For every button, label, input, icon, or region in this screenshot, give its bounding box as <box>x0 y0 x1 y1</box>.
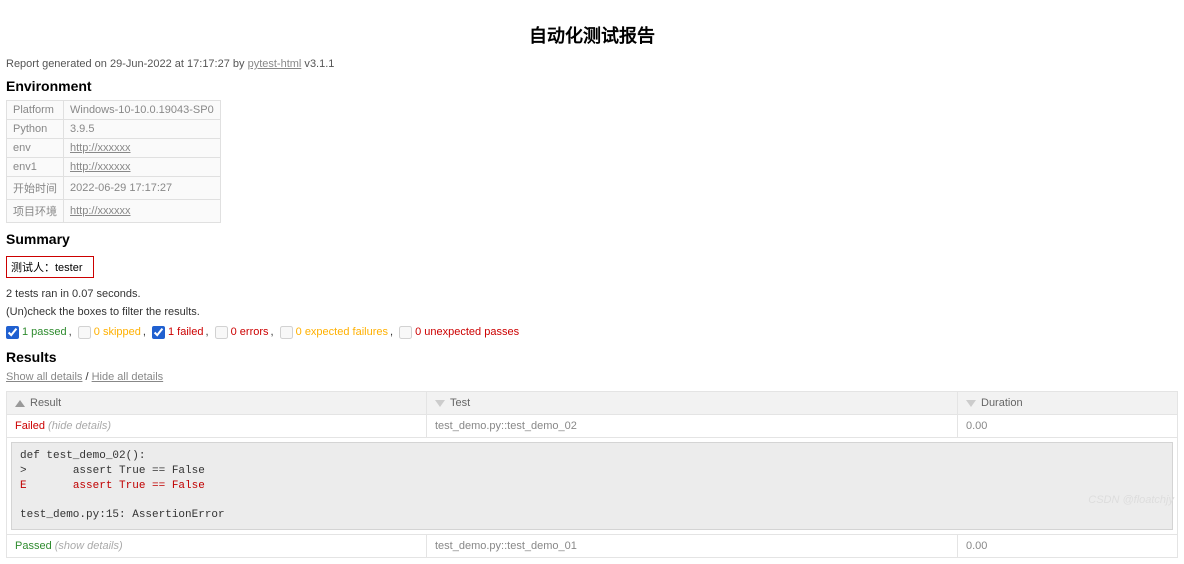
filter-passed-label: 1 passed <box>22 326 67 338</box>
col-test-label: Test <box>450 397 470 409</box>
tb-err-prefix: E <box>20 480 73 492</box>
generated-by: by <box>230 58 248 70</box>
env-row: 项目环境 http://xxxxxx <box>7 200 221 223</box>
tb-line: test_demo.py:15: AssertionError <box>20 509 225 521</box>
pytest-html-link[interactable]: pytest-html <box>248 58 302 70</box>
filter-failed[interactable]: 1 failed <box>152 326 203 338</box>
tb-line: assert True == False <box>73 465 205 477</box>
comma: , <box>205 326 208 338</box>
env-value: http://xxxxxx <box>64 139 221 158</box>
filter-xfail-checkbox[interactable] <box>280 326 293 339</box>
env-link[interactable]: http://xxxxxx <box>70 142 131 154</box>
duration-cell: 0.00 <box>958 535 1178 558</box>
sort-neutral-icon <box>435 400 445 407</box>
env-row: 开始时间2022-06-29 17:17:27 <box>7 177 221 200</box>
filter-passed[interactable]: 1 passed <box>6 326 67 338</box>
filter-hint: (Un)check the boxes to filter the result… <box>6 306 1178 318</box>
tb-line: def test_demo_02(): <box>20 450 145 462</box>
filter-skipped[interactable]: 0 skipped <box>78 326 141 338</box>
tb-caret: > <box>20 465 73 477</box>
tests-ran: 2 tests ran in 0.07 seconds. <box>6 288 1178 300</box>
comma: , <box>271 326 274 338</box>
env-value: Windows-10-10.0.19043-SP0 <box>64 101 221 120</box>
filter-passed-checkbox[interactable] <box>6 326 19 339</box>
summary-heading: Summary <box>6 231 1178 247</box>
result-status: Failed <box>15 420 45 432</box>
sort-asc-icon <box>15 400 25 407</box>
results-table: Result Test Duration Failed (hide detail… <box>6 391 1178 558</box>
generated-version-prefix: v <box>301 58 310 70</box>
sort-neutral-icon <box>966 400 976 407</box>
comma: , <box>69 326 72 338</box>
generated-prefix: Report generated on <box>6 58 110 70</box>
toggle-sep: / <box>82 371 91 383</box>
filter-failed-label: 1 failed <box>168 326 203 338</box>
col-duration-label: Duration <box>981 397 1023 409</box>
hide-details-link[interactable]: (hide details) <box>48 420 111 432</box>
comma: , <box>390 326 393 338</box>
col-result-label: Result <box>30 397 61 409</box>
env-key: env <box>7 139 64 158</box>
result-status: Passed <box>15 540 52 552</box>
env-key: 开始时间 <box>7 177 64 200</box>
results-header-row: Result Test Duration <box>7 392 1178 415</box>
col-duration-header[interactable]: Duration <box>958 392 1178 415</box>
env-value: http://xxxxxx <box>64 158 221 177</box>
result-row-passed: Passed (show details) test_demo.py::test… <box>7 535 1178 558</box>
filter-xpass-checkbox[interactable] <box>399 326 412 339</box>
env-row: env1 http://xxxxxx <box>7 158 221 177</box>
filter-errors[interactable]: 0 errors <box>215 326 269 338</box>
generated-line: Report generated on 29-Jun-2022 at 17:17… <box>6 58 1178 70</box>
generated-datetime: 29-Jun-2022 at 17:17:27 <box>110 58 230 70</box>
report-title: 自动化测试报告 <box>6 22 1178 48</box>
details-toggles: Show all details / Hide all details <box>6 371 1178 383</box>
filter-skipped-label: 0 skipped <box>94 326 141 338</box>
tb-err-line: assert True == False <box>73 480 205 492</box>
filter-xpass[interactable]: 0 unexpected passes <box>399 326 519 338</box>
generated-version: 3.1.1 <box>310 58 334 70</box>
env-value: 2022-06-29 17:17:27 <box>64 177 221 200</box>
env-value: 3.9.5 <box>64 120 221 139</box>
traceback-codebox: def test_demo_02(): > assert True == Fal… <box>11 442 1173 530</box>
filter-skipped-checkbox[interactable] <box>78 326 91 339</box>
env-key: Python <box>7 120 64 139</box>
filter-errors-label: 0 errors <box>231 326 269 338</box>
comma: , <box>143 326 146 338</box>
env-link[interactable]: http://xxxxxx <box>70 161 131 173</box>
duration-cell: 0.00 <box>958 415 1178 438</box>
result-cell: Failed (hide details) <box>7 415 427 438</box>
result-cell: Passed (show details) <box>7 535 427 558</box>
hide-all-details-link[interactable]: Hide all details <box>92 371 164 383</box>
filter-failed-checkbox[interactable] <box>152 326 165 339</box>
env-link[interactable]: http://xxxxxx <box>70 205 131 217</box>
result-row-failed: Failed (hide details) test_demo.py::test… <box>7 415 1178 438</box>
environment-heading: Environment <box>6 78 1178 94</box>
env-key: env1 <box>7 158 64 177</box>
show-details-link[interactable]: (show details) <box>55 540 123 552</box>
env-row: Python3.9.5 <box>7 120 221 139</box>
env-key: Platform <box>7 101 64 120</box>
env-key: 项目环境 <box>7 200 64 223</box>
watermark: CSDN @floatchjy <box>1088 494 1174 506</box>
result-details-row: def test_demo_02(): > assert True == Fal… <box>7 438 1178 535</box>
filter-xfail[interactable]: 0 expected failures <box>280 326 388 338</box>
test-cell: test_demo.py::test_demo_02 <box>427 415 958 438</box>
environment-table: PlatformWindows-10-10.0.19043-SP0 Python… <box>6 100 221 223</box>
filter-errors-checkbox[interactable] <box>215 326 228 339</box>
tester-badge: 测试人：tester <box>6 256 94 278</box>
show-all-details-link[interactable]: Show all details <box>6 371 82 383</box>
filter-xfail-label: 0 expected failures <box>296 326 388 338</box>
col-result-header[interactable]: Result <box>7 392 427 415</box>
test-cell: test_demo.py::test_demo_01 <box>427 535 958 558</box>
env-value: http://xxxxxx <box>64 200 221 223</box>
filter-row: 1 passed, 0 skipped, 1 failed, 0 errors,… <box>6 326 1178 339</box>
filter-xpass-label: 0 unexpected passes <box>415 326 519 338</box>
env-row: env http://xxxxxx <box>7 139 221 158</box>
env-row: PlatformWindows-10-10.0.19043-SP0 <box>7 101 221 120</box>
results-heading: Results <box>6 349 1178 365</box>
col-test-header[interactable]: Test <box>427 392 958 415</box>
